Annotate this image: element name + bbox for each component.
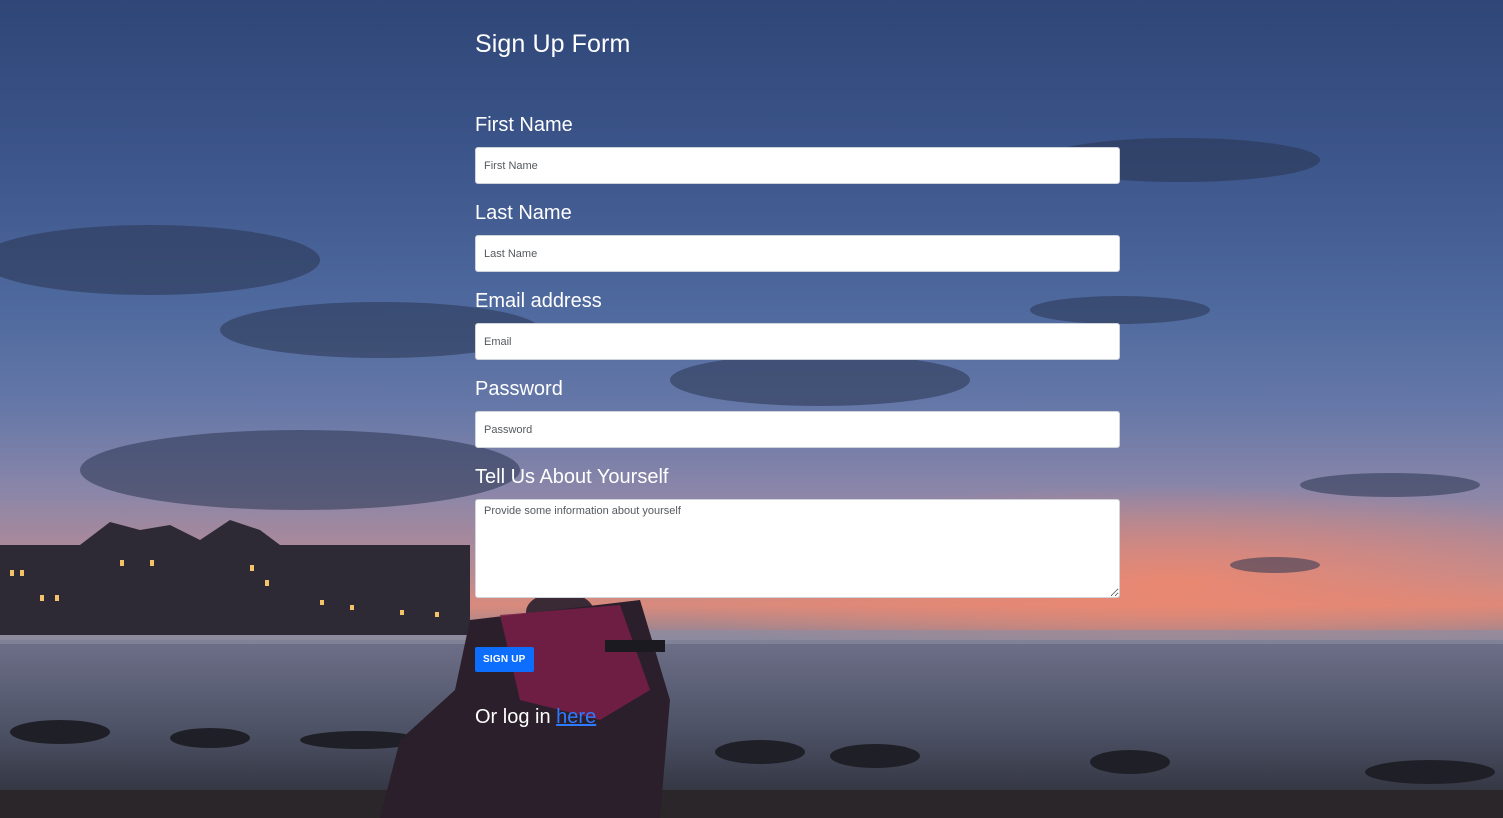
email-input[interactable] [475, 323, 1120, 360]
login-prompt: Or log in here [475, 706, 596, 729]
last-name-input[interactable] [475, 235, 1120, 272]
page-title: Sign Up Form [475, 30, 631, 58]
email-label: Email address [475, 290, 602, 312]
about-textarea[interactable] [475, 499, 1120, 598]
login-prefix-text: Or log in [475, 706, 551, 728]
background-photo [0, 0, 1503, 818]
sign-up-button[interactable]: SIGN UP [475, 647, 534, 672]
last-name-label: Last Name [475, 202, 572, 224]
first-name-label: First Name [475, 114, 573, 136]
password-label: Password [475, 378, 563, 400]
login-link[interactable]: here [556, 706, 596, 728]
password-input[interactable] [475, 411, 1120, 448]
about-label: Tell Us About Yourself [475, 466, 669, 488]
first-name-input[interactable] [475, 147, 1120, 184]
dusk-beach-illustration [0, 138, 1503, 818]
